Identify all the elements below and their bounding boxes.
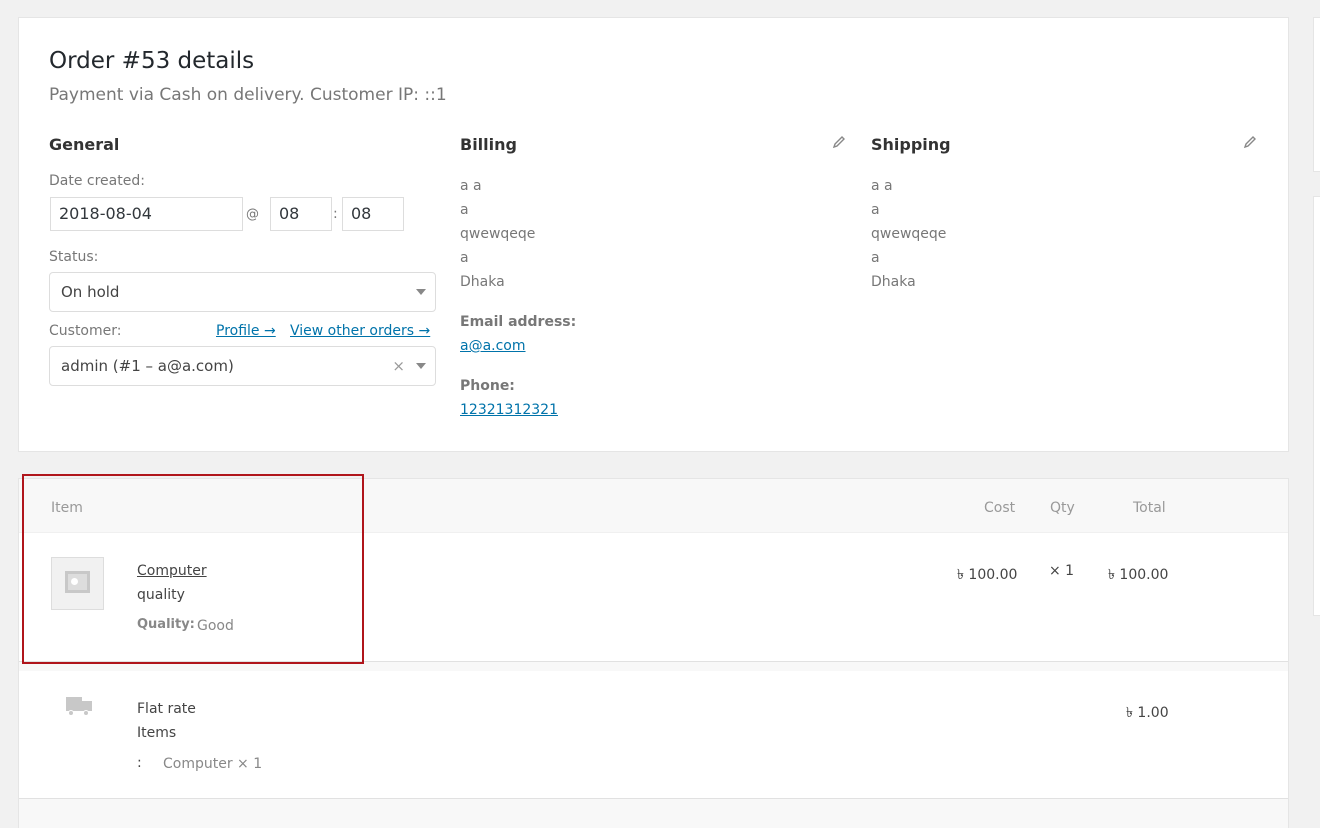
billing-heading: Billing [460, 135, 517, 154]
qty-column-header: Qty [1050, 500, 1075, 516]
pencil-icon[interactable] [832, 135, 846, 149]
view-other-orders-link[interactable]: View other orders → [290, 323, 430, 339]
billing-address-line: a a [460, 178, 482, 194]
profile-link[interactable]: Profile → [216, 323, 276, 339]
phone-label: Phone: [460, 378, 515, 394]
general-heading: General [49, 135, 120, 154]
pencil-icon[interactable] [1243, 135, 1257, 149]
total-column-header: Total [1133, 500, 1166, 516]
shipping-address-line: a [871, 250, 880, 266]
item-cost: ৳ 100.00 [957, 567, 1018, 583]
shipping-address-line: a [871, 202, 880, 218]
chevron-down-icon [416, 363, 426, 369]
clear-icon[interactable]: × [392, 347, 405, 385]
shipping-items-colon: : [137, 755, 142, 771]
shipping-items-label: Items [137, 725, 177, 741]
order-details-panel: Order #53 details Payment via Cash on de… [18, 17, 1289, 452]
shipping-address-line: qwewqeqe [871, 226, 947, 242]
chevron-down-icon [416, 289, 426, 295]
phone-link[interactable]: 12321312321 [460, 402, 558, 418]
hour-input[interactable]: 08 [270, 197, 332, 231]
customer-label: Customer: [49, 323, 122, 339]
status-select[interactable]: On hold [49, 272, 436, 312]
at-separator: @ [246, 207, 259, 222]
billing-address-line: Dhaka [460, 274, 505, 290]
billing-address-line: a [460, 250, 469, 266]
billing-address: a a a qwewqeqe a Dhaka [460, 174, 535, 294]
customer-select[interactable]: admin (#1 – a@a.com) × [49, 346, 436, 386]
billing-address-line: qwewqeqe [460, 226, 536, 242]
date-created-label: Date created: [49, 173, 145, 189]
item-total: ৳ 100.00 [1108, 567, 1169, 583]
truck-icon [66, 697, 92, 717]
date-created-input[interactable]: 2018-08-04 [50, 197, 243, 231]
email-label: Email address: [460, 314, 577, 330]
highlight-box [22, 474, 364, 664]
shipping-address-line: a a [871, 178, 893, 194]
status-label: Status: [49, 249, 99, 265]
status-value: On hold [61, 283, 120, 301]
cost-column-header: Cost [984, 500, 1016, 516]
shipping-method: Flat rate [137, 701, 196, 717]
billing-address-line: a [460, 202, 469, 218]
row-divider [19, 798, 1288, 828]
customer-value: admin (#1 – a@a.com) [61, 357, 234, 375]
email-link[interactable]: a@a.com [460, 338, 526, 354]
shipping-items-value: Computer × 1 [163, 756, 263, 772]
minute-input[interactable]: 08 [342, 197, 404, 231]
side-panel-edge [1313, 196, 1320, 616]
page-title: Order #53 details [49, 48, 255, 74]
item-qty: × 1 [1049, 563, 1075, 579]
time-colon: : [333, 206, 338, 222]
order-subtitle: Payment via Cash on delivery. Customer I… [49, 85, 447, 105]
shipping-address-line: Dhaka [871, 274, 916, 290]
shipping-heading: Shipping [871, 135, 951, 154]
shipping-total: ৳ 1.00 [1126, 705, 1169, 721]
shipping-address: a a a qwewqeqe a Dhaka [871, 174, 946, 294]
side-panel-edge [1313, 17, 1320, 172]
